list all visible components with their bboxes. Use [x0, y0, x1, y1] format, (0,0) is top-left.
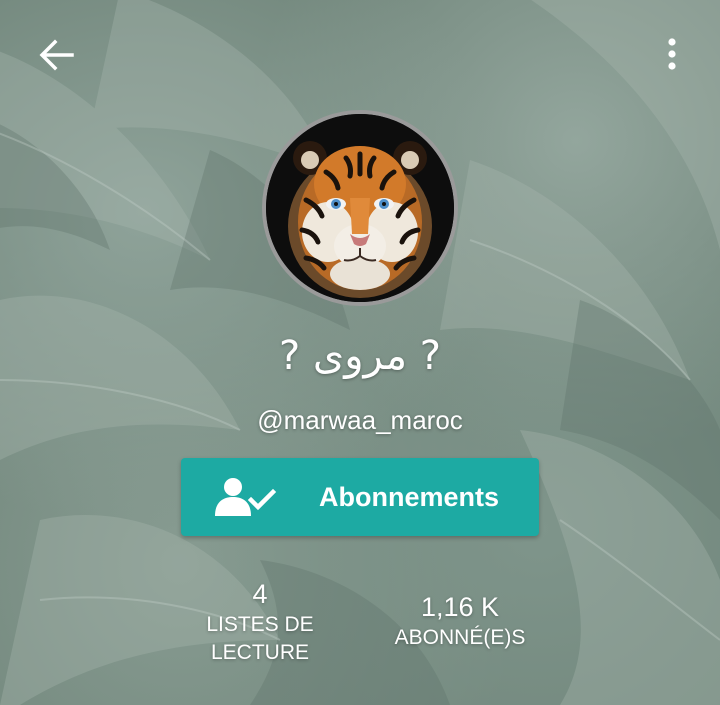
following-button[interactable]: Abonnements	[181, 458, 539, 536]
profile-screen: ? مروى ? @marwaa_maroc Abonnements 4 LIS…	[0, 0, 720, 705]
top-bar	[0, 0, 720, 110]
back-button[interactable]	[30, 28, 84, 82]
reading-lists-stat[interactable]: 4 LISTES DE LECTURE	[190, 577, 330, 667]
reading-lists-count: 4	[252, 579, 268, 609]
tiger-avatar	[266, 114, 454, 302]
avatar[interactable]	[262, 110, 458, 306]
username: @marwaa_maroc	[257, 405, 463, 435]
reading-lists-label: LISTES DE LECTURE	[206, 613, 314, 664]
followers-label: ABONNÉ(E)S	[394, 626, 526, 649]
display-name: ? مروى ?	[278, 333, 441, 379]
followers-stat[interactable]: 1,16 K ABONNÉ(E)S	[380, 590, 540, 652]
following-button-label: Abonnements	[318, 482, 499, 512]
more-options-button[interactable]	[650, 28, 694, 82]
user-check-icon	[215, 478, 277, 516]
followers-count: 1,16 K	[420, 592, 500, 622]
more-vertical-icon	[668, 38, 676, 70]
arrow-left-icon	[39, 39, 74, 71]
